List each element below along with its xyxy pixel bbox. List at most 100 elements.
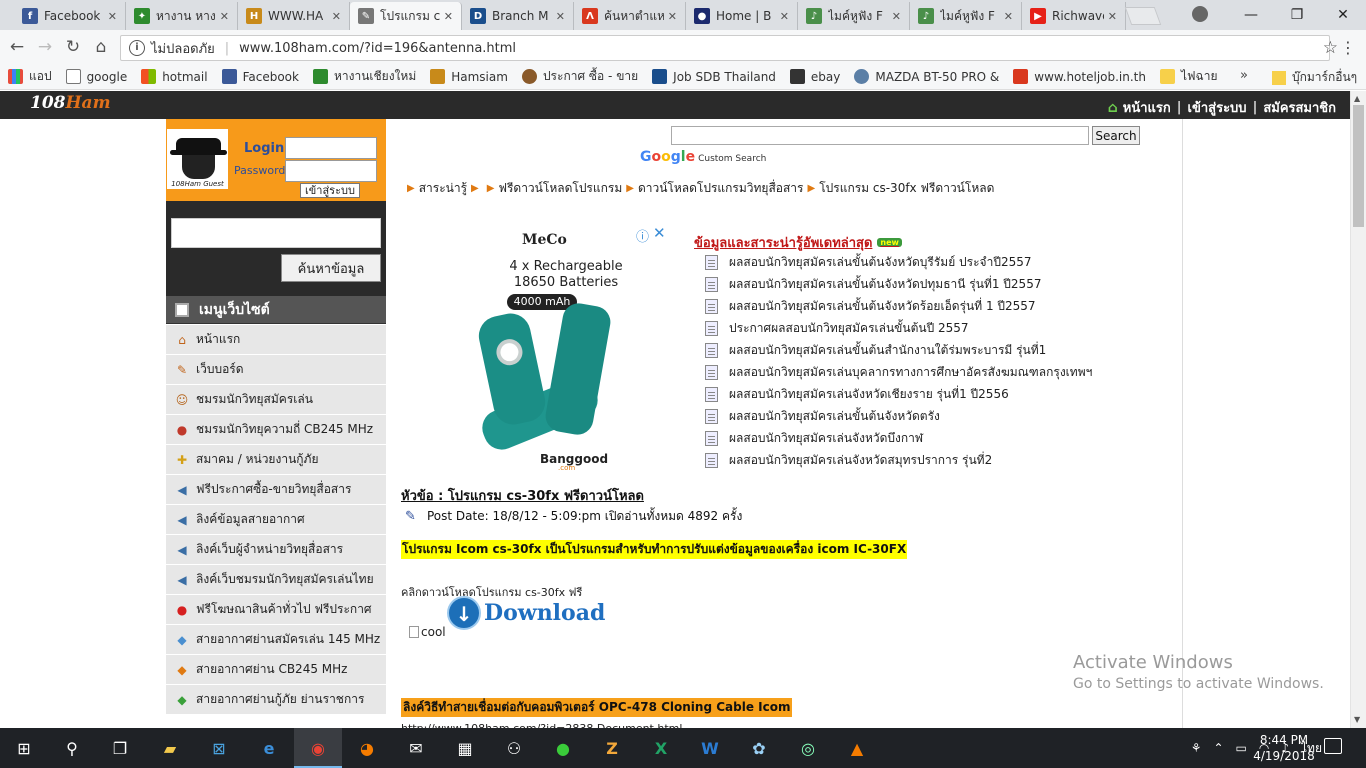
news-link[interactable]: ผลสอบนักวิทยุสมัครเล่นจังหวัดสมุทรปราการ…	[729, 451, 992, 470]
sidebar-menu-item[interactable]: ◀ ลิงค์เว็บผู้จำหน่ายวิทยุสื่อสาร	[166, 535, 386, 565]
new-tab-button[interactable]	[1124, 7, 1162, 25]
news-list-item[interactable]: ผลสอบนักวิทยุสมัครเล่นขั้นต้นจังหวัดปทุม…	[705, 273, 1085, 295]
tray-chevron-icon[interactable]: ⌃	[1213, 741, 1223, 755]
task-view-icon[interactable]: ❐	[108, 736, 132, 760]
bookmark-google[interactable]: google	[65, 69, 127, 84]
sidebar-menu-item[interactable]: ● ฟรีโฆษณาสินค้าทั่วไป ฟรีประกาศ	[166, 595, 386, 625]
media-icon[interactable]: ◎	[796, 736, 820, 760]
firefox-icon[interactable]: ◕	[355, 736, 379, 760]
sidebar-menu-item[interactable]: ◀ ลิงค์เว็บชมรมนักวิทยุสมัครเล่นไทย	[166, 565, 386, 595]
search-icon[interactable]: ⚲	[60, 736, 84, 760]
nav-register-link[interactable]: สมัครสมาชิก	[1263, 97, 1336, 118]
tab-hoteljob[interactable]: Λ ค้นหาตำแห ✕	[574, 2, 686, 30]
news-link[interactable]: ผลสอบนักวิทยุสมัครเล่นบุคลากรทางการศึกษา…	[729, 363, 1092, 382]
tab-108ham-active[interactable]: ✎ โปรแกรม c ✕	[350, 2, 462, 30]
kebab-menu-icon[interactable]: ⋮	[1340, 38, 1356, 57]
bookmark-facebook[interactable]: Facebook	[221, 69, 299, 84]
home-icon[interactable]: ⌂	[90, 36, 112, 58]
close-icon[interactable]: ✕	[104, 10, 117, 23]
close-icon[interactable]: ✕	[328, 10, 341, 23]
bookmark-star-icon[interactable]: ☆	[1323, 38, 1338, 58]
related-link-highlight[interactable]: ลิงค์วิธีทำสายเชื่อมต่อกับคอมพิวเตอร์ OP…	[401, 698, 793, 717]
news-link[interactable]: ผลสอบนักวิทยุสมัครเล่นขั้นต้นจังหวัดร้อย…	[729, 297, 1036, 316]
edge-icon[interactable]: e	[257, 736, 281, 760]
news-list-item[interactable]: ผลสอบนักวิทยุสมัครเล่นขั้นต้นจังหวัดร้อย…	[705, 295, 1085, 317]
close-icon[interactable]: ✕	[664, 10, 677, 23]
sidebar-menu-item[interactable]: ✎ เว็บบอร์ด	[166, 355, 386, 385]
sidebar-menu-item[interactable]: ◀ ลิงค์ข้อมูลสายอากาศ	[166, 505, 386, 535]
bookmark-ebay[interactable]: ebay	[789, 69, 840, 84]
close-icon[interactable]: ✕	[776, 10, 789, 23]
sidebar-menu-item[interactable]: ◆ สายอากาศย่านสมัครเล่น 145 MHz	[166, 625, 386, 655]
nav-login-link[interactable]: เข้าสู่ระบบ	[1188, 97, 1247, 118]
bookmark-hoteljob[interactable]: www.hoteljob.in.th	[1013, 69, 1146, 84]
tab-branch[interactable]: D Branch M ✕	[462, 2, 574, 30]
chrome-icon[interactable]: ◉	[306, 736, 330, 760]
mail-icon[interactable]: ✉	[404, 736, 428, 760]
google-custom-search-input[interactable]	[671, 126, 1089, 145]
sidebar-menu-item[interactable]: ⌂ หน้าแรก	[166, 325, 386, 355]
paint-icon[interactable]: ✿	[747, 736, 771, 760]
battery-icon[interactable]: ▭	[1236, 741, 1247, 755]
news-link[interactable]: ผลสอบนักวิทยุสมัครเล่นขั้นต้นจังหวัดปทุม…	[729, 275, 1041, 294]
close-icon[interactable]: ✕	[888, 10, 901, 23]
news-list-item[interactable]: ผลสอบนักวิทยุสมัครเล่นจังหวัดบึงกาฬ	[705, 427, 1085, 449]
scroll-down-icon[interactable]: ▼	[1354, 715, 1360, 724]
bookmark-job-sdb[interactable]: Job SDB Thailand	[652, 69, 776, 84]
login-button[interactable]: เข้าสู่ระบบ	[300, 183, 360, 198]
password-input[interactable]	[285, 160, 377, 182]
windows-start-icon[interactable]: ⊞	[12, 736, 36, 760]
close-icon[interactable]: ✕	[1104, 10, 1117, 23]
bookmark-apps[interactable]: แอป	[8, 67, 52, 86]
news-list-item[interactable]: ผลสอบนักวิทยุสมัครเล่นจังหวัดเชียงราย รุ…	[705, 383, 1085, 405]
tab-mic-2[interactable]: ♪ ไมค์หูฟัง F ✕	[910, 2, 1022, 30]
close-icon[interactable]: ✕	[552, 10, 565, 23]
site-logo[interactable]: 108Ham	[30, 93, 111, 113]
maximize-icon[interactable]: ❐	[1274, 7, 1320, 23]
info-icon[interactable]: i	[129, 40, 145, 56]
news-link[interactable]: ผลสอบนักวิทยุสมัครเล่นขั้นต้นจังหวัดบุรี…	[729, 253, 1031, 272]
ad-info-icon[interactable]: ⓘ	[636, 226, 649, 245]
minimize-icon[interactable]: —	[1228, 7, 1274, 23]
sidebar-menu-item[interactable]: ✚ สมาคม / หน่วยงานกู้ภัย	[166, 445, 386, 475]
news-list-item[interactable]: ผลสอบนักวิทยุสมัครเล่นขั้นต้นจังหวัดตรัง	[705, 405, 1085, 427]
news-list-item[interactable]: ผลสอบนักวิทยุสมัครเล่นขั้นต้นจังหวัดบุรี…	[705, 251, 1085, 273]
sidebar-menu-item[interactable]: ☺ ชมรมนักวิทยุสมัครเล่น	[166, 385, 386, 415]
download-button[interactable]: ↓ Download	[447, 596, 605, 630]
forward-icon[interactable]: →	[34, 36, 56, 58]
latest-news-heading[interactable]: ข้อมูลและสาระน่ารู้อัพเดทล่าสุด new	[694, 232, 902, 253]
tab-jobs[interactable]: ✦ หางาน หาง ✕	[126, 2, 238, 30]
url-text[interactable]: www.108ham.com/?id=196&antenna.html	[239, 41, 516, 56]
nav-home-link[interactable]: หน้าแรก	[1123, 97, 1171, 118]
excel-icon[interactable]: X	[649, 736, 673, 760]
word-icon[interactable]: W	[698, 736, 722, 760]
close-window-icon[interactable]: ✕	[1320, 7, 1366, 23]
username-input[interactable]	[285, 137, 377, 159]
sidebar-menu-item[interactable]: ◆ สายอากาศย่านกู้ภัย ย่านราชการ	[166, 685, 386, 715]
bookmark-jobs-chiangmai[interactable]: หางานเชียงใหม่	[312, 67, 416, 86]
filezilla-icon[interactable]: Z	[600, 736, 624, 760]
page-scrollbar[interactable]: ▲ ▼	[1350, 91, 1366, 728]
notification-center-icon[interactable]	[1324, 738, 1342, 754]
news-link[interactable]: ผลสอบนักวิทยุสมัครเล่นจังหวัดบึงกาฬ	[729, 429, 923, 448]
line-icon[interactable]: ●	[551, 736, 575, 760]
breadcrumb-item[interactable]: ฟรีดาวน์โหลดโปรแกรม	[498, 179, 622, 198]
news-list-item[interactable]: ผลสอบนักวิทยุสมัครเล่นขั้นต้นสำนักงานใต้…	[705, 339, 1085, 361]
file-explorer-icon[interactable]: ▰	[158, 736, 182, 760]
google-search-button[interactable]: Search	[1092, 126, 1140, 145]
news-list-item[interactable]: ประกาศผลสอบนักวิทยุสมัครเล่นขั้นต้นปี 25…	[705, 317, 1085, 339]
other-bookmarks[interactable]: บุ๊กมาร์กอื่นๆ	[1272, 68, 1357, 87]
news-link[interactable]: ผลสอบนักวิทยุสมัครเล่นจังหวัดเชียงราย รุ…	[729, 385, 1009, 404]
bookmark-hotmail[interactable]: hotmail	[141, 69, 208, 84]
close-icon[interactable]: ✕	[1000, 10, 1013, 23]
maps-icon[interactable]: ⚇	[502, 736, 526, 760]
sidebar-search-input[interactable]	[171, 218, 381, 248]
breadcrumb-item[interactable]: ดาวน์โหลดโปรแกรมวิทยุสื่อสาร	[638, 179, 804, 198]
tab-mic-1[interactable]: ♪ ไมค์หูฟัง F ✕	[798, 2, 910, 30]
tab-hamsiam[interactable]: H WWW.HA ✕	[238, 2, 350, 30]
close-icon[interactable]: ✕	[440, 10, 453, 23]
bookmarks-overflow-button[interactable]: »	[1240, 68, 1248, 83]
reload-icon[interactable]: ↻	[62, 36, 84, 58]
tab-facebook[interactable]: f Facebook ✕	[14, 2, 126, 30]
sidebar-menu-item[interactable]: ● ชมรมนักวิทยุความถี่ CB245 MHz	[166, 415, 386, 445]
